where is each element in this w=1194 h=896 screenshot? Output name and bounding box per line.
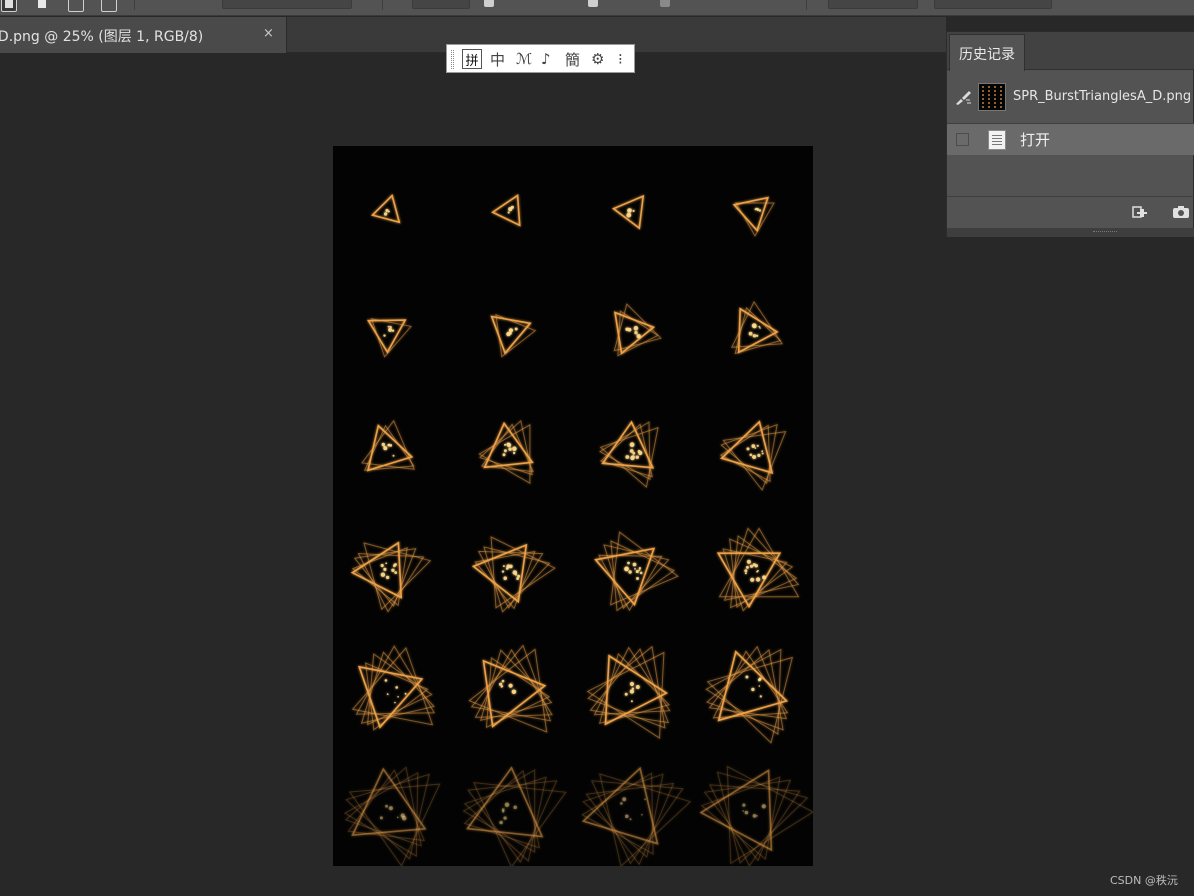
thumbnail-frame-dot	[994, 86, 996, 88]
toolbar-divider	[382, 0, 383, 10]
history-state-source-checkbox[interactable]	[956, 133, 969, 146]
sprite-frame	[730, 300, 784, 355]
new-document-from-state-icon[interactable]	[1131, 204, 1149, 220]
thumbnail-frame-dot	[1000, 102, 1002, 104]
ime-chinese-mode-icon[interactable]: 中	[490, 49, 505, 69]
ime-toolbar: 拼 中 ℳ ♪ 簡 ⚙ ⁝	[446, 44, 635, 73]
ime-more-icon[interactable]: ⁝	[618, 49, 623, 69]
thumbnail-frame-dot	[1000, 98, 1002, 100]
thumbnail-frame-dot	[988, 98, 990, 100]
thumbnail-frame-dot	[1000, 106, 1002, 108]
history-state-row[interactable]: 打开	[947, 124, 1194, 155]
sprite-frame	[611, 194, 645, 230]
sprite-frame	[366, 318, 412, 358]
sprite-frame	[478, 419, 534, 485]
history-brush-icon[interactable]	[954, 90, 972, 106]
snapshot-thumbnail-image	[982, 86, 1002, 108]
select-and-mask-button[interactable]	[934, 0, 1052, 9]
subject-button[interactable]	[828, 0, 918, 9]
history-snapshot-row[interactable]: SPR_BurstTrianglesA_D.png	[947, 77, 1194, 121]
sprite-frame	[732, 196, 775, 237]
add-selection-button[interactable]	[35, 0, 51, 12]
sprite-sheet-image	[343, 193, 813, 866]
sprite-frame	[471, 536, 556, 613]
sprite-frame	[581, 766, 692, 866]
sprite-frame	[361, 419, 416, 472]
thumbnail-frame-dot	[1000, 94, 1002, 96]
watermark: CSDN @秩沅	[1110, 874, 1178, 887]
thumbnail-frame-dot	[982, 106, 984, 108]
sprite-frame	[599, 420, 659, 489]
sprite-frame	[613, 303, 662, 357]
sprite-frame	[705, 645, 793, 744]
tolerance-input[interactable]	[412, 0, 470, 9]
sample-all-layers-checkbox[interactable]	[660, 0, 670, 7]
thumbnail-frame-dot	[994, 106, 996, 108]
sprite-frame	[491, 193, 521, 227]
snapshot-label: SPR_BurstTrianglesA_D.png	[1013, 89, 1192, 104]
subtract-selection-button[interactable]	[68, 0, 84, 12]
history-panel: 历史记录 SPR_BurstTrianglesA_D.png 打开	[946, 31, 1194, 237]
new-selection-button[interactable]	[1, 0, 17, 12]
toolbar-divider	[134, 0, 135, 10]
tab-history[interactable]: 历史记录	[949, 34, 1025, 71]
sprite-frame	[462, 766, 567, 866]
thumbnail-frame-dot	[1000, 86, 1002, 88]
document-canvas[interactable]	[333, 146, 813, 866]
thumbnail-frame-dot	[994, 90, 996, 92]
thumbnail-frame-dot	[994, 98, 996, 100]
thumbnail-frame-dot	[982, 102, 984, 104]
intersect-selection-button[interactable]	[101, 0, 117, 12]
sprite-frame	[370, 193, 401, 224]
sprite-frame	[490, 313, 537, 358]
thumbnail-frame-dot	[994, 94, 996, 96]
ime-grip-handle[interactable]	[451, 50, 454, 69]
sprite-frame	[343, 766, 441, 866]
thumbnail-frame-dot	[982, 86, 984, 88]
sprite-frame	[350, 541, 432, 613]
sprite-frame	[699, 765, 813, 866]
thumbnail-frame-dot	[988, 106, 990, 108]
thumbnail-frame-dot	[994, 102, 996, 104]
panel-tab-bar: 历史记录	[947, 32, 1194, 71]
snapshot-thumbnail	[978, 83, 1006, 111]
panel-resize-grip[interactable]	[947, 228, 1194, 237]
camera-icon[interactable]	[1172, 204, 1190, 220]
sprite-frame	[586, 645, 671, 739]
document-tab-label-clip: SPR_BurstTrianglesA_D.png @ 25% (图层 1, R…	[0, 17, 258, 53]
sprite-frame	[719, 420, 787, 491]
thumbnail-frame-dot	[982, 90, 984, 92]
panel-footer	[947, 196, 1194, 227]
thumbnail-frame-dot	[988, 94, 990, 96]
contiguous-checkbox[interactable]	[588, 0, 598, 7]
history-state-label: 打开	[1020, 131, 1051, 149]
thumbnail-frame-dot	[1000, 90, 1002, 92]
options-bar	[0, 0, 1194, 16]
toolbar-divider	[806, 0, 807, 10]
ime-settings-icon[interactable]: ⚙	[591, 49, 604, 69]
thumbnail-frame-dot	[982, 98, 984, 100]
sprite-frame	[468, 644, 553, 733]
thumbnail-frame-dot	[988, 102, 990, 104]
document-tab[interactable]: SPR_BurstTrianglesA_D.png @ 25% (图层 1, R…	[0, 17, 287, 53]
close-tab-icon[interactable]: ×	[263, 26, 274, 41]
anti-alias-checkbox[interactable]	[484, 0, 494, 7]
sprite-frame	[716, 527, 800, 612]
sprite-frame	[351, 645, 436, 731]
ime-pinyin-icon[interactable]: 拼	[462, 49, 482, 69]
thumbnail-frame-dot	[982, 94, 984, 96]
ime-simplified-icon[interactable]: 簡	[565, 49, 580, 69]
sample-size-dropdown[interactable]	[222, 0, 352, 9]
ime-punctuation-icon[interactable]: ℳ	[516, 49, 532, 69]
thumbnail-frame-dot	[988, 86, 990, 88]
document-open-icon	[988, 130, 1006, 150]
thumbnail-frame-dot	[988, 90, 990, 92]
ime-fullwidth-icon[interactable]: ♪	[541, 49, 551, 69]
sprite-frame	[594, 531, 679, 612]
document-tab-label: SPR_BurstTrianglesA_D.png @ 25% (图层 1, R…	[0, 29, 204, 45]
